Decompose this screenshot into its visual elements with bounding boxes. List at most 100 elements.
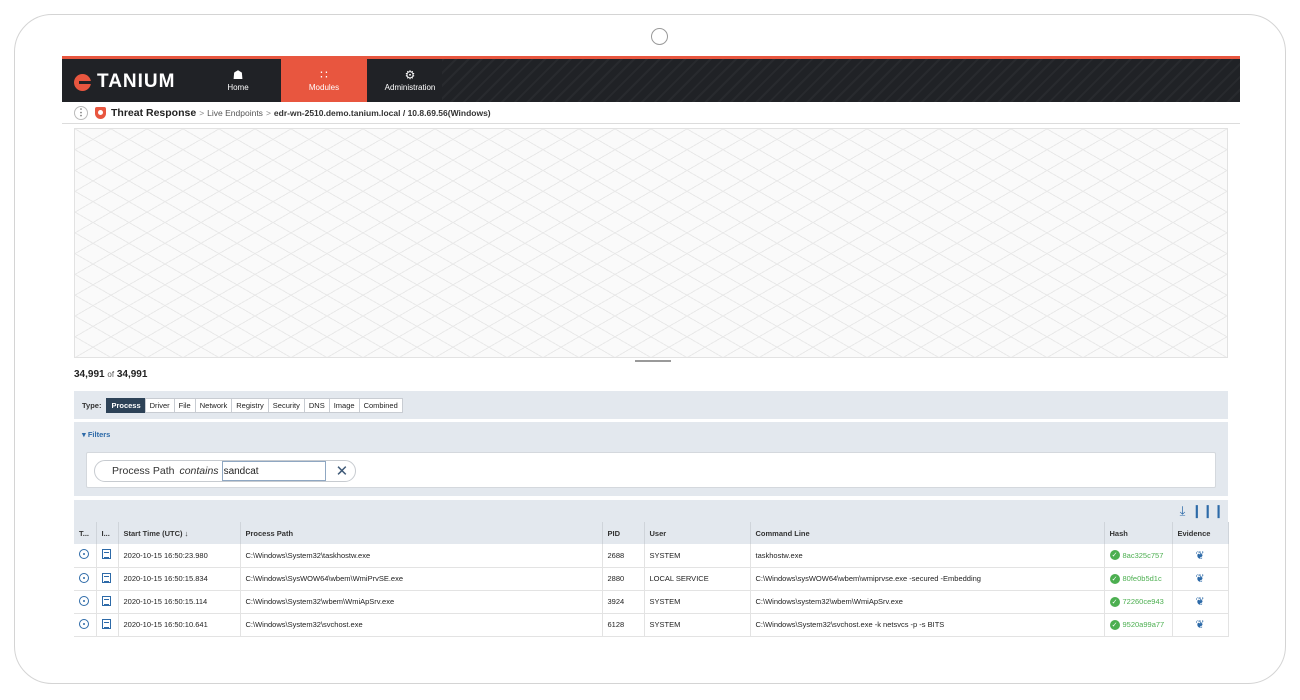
fingerprint-icon[interactable]: ❦ — [1195, 596, 1204, 608]
user: SYSTEM — [644, 544, 751, 568]
count-shown: 34,991 — [74, 369, 105, 380]
filter-pill[interactable]: Process Path contains sandcat ✕ — [94, 460, 356, 482]
breadcrumb-separator: > — [265, 107, 271, 118]
row-icon-cell — [96, 567, 119, 591]
command-line: C:\Windows\System32\svchost.exe -k netsv… — [750, 613, 1105, 637]
check-icon: ✓ — [1109, 596, 1120, 607]
nav-pattern — [442, 59, 1240, 102]
pid: 2688 — [602, 544, 645, 568]
col-icon[interactable]: I... — [96, 522, 119, 544]
process-target-icon[interactable] — [79, 549, 89, 560]
type-file-button[interactable]: File — [173, 397, 196, 413]
row-icon-cell — [96, 544, 119, 568]
row-type-cell — [74, 613, 97, 637]
type-network-button[interactable]: Network — [194, 397, 233, 413]
row-type-cell — [74, 544, 97, 568]
type-image-button[interactable]: Image — [328, 397, 360, 413]
hash-cell: ✓ 9520a99a77 — [1104, 613, 1173, 637]
type-registry-button[interactable]: Registry — [231, 397, 269, 413]
col-type[interactable]: T... — [74, 522, 97, 544]
command-line: C:\Windows\system32\wbem\WmiApSrv.exe — [750, 590, 1105, 614]
pid: 2880 — [602, 567, 645, 591]
breadcrumb-module[interactable]: Threat Response — [111, 107, 196, 119]
table-actions: ⤓ ❙❙❙ — [1180, 503, 1224, 519]
filters-toggle[interactable]: ▾ Filters — [82, 430, 110, 439]
type-driver-button[interactable]: Driver — [144, 397, 175, 413]
nav-modules-label: Modules — [308, 83, 340, 92]
pid: 3924 — [602, 590, 645, 614]
count-total: 34,991 — [116, 369, 148, 380]
user: LOCAL SERVICE — [644, 567, 751, 591]
col-hash[interactable]: Hash — [1104, 522, 1173, 544]
events-table: T... I... Start Time (UTC) ↓ Process Pat… — [74, 522, 1229, 637]
type-security-button[interactable]: Security — [267, 397, 305, 413]
nav-administration[interactable]: ⚙ Administration — [367, 59, 453, 102]
hash-value[interactable]: 80fe0b5d1c — [1123, 574, 1162, 583]
fingerprint-icon[interactable]: ❦ — [1195, 573, 1204, 585]
grid-icon: ∷ — [320, 68, 328, 82]
process-target-icon[interactable] — [79, 572, 89, 583]
hash-cell: ✓ 72260ce943 — [1104, 590, 1173, 614]
count-of: of — [107, 370, 115, 379]
evidence-cell: ❦ — [1172, 567, 1229, 591]
hash-value[interactable]: 8ac325c757 — [1123, 551, 1164, 560]
fingerprint-icon[interactable]: ❦ — [1195, 550, 1204, 562]
col-user[interactable]: User — [644, 522, 751, 544]
user: SYSTEM — [644, 613, 751, 637]
table-row[interactable]: 2020-10-15 16:50:15.114 C:\Windows\Syste… — [74, 590, 1229, 614]
evidence-cell: ❦ — [1172, 590, 1229, 614]
filter-value-input[interactable]: sandcat — [221, 461, 326, 481]
type-selector: Type: Process Driver File Network Regist… — [74, 391, 1228, 419]
col-command-line[interactable]: Command Line — [750, 522, 1105, 544]
col-pid[interactable]: PID — [602, 522, 645, 544]
row-icon-cell — [96, 590, 119, 614]
details-icon[interactable] — [101, 595, 111, 606]
check-icon: ✓ — [1109, 619, 1120, 630]
evidence-cell: ❦ — [1172, 544, 1229, 568]
table-row[interactable]: 2020-10-15 16:50:10.641 C:\Windows\Syste… — [74, 613, 1229, 637]
command-line: C:\Windows\sysWOW64\wbem\wmiprvse.exe -s… — [750, 567, 1105, 591]
type-dns-button[interactable]: DNS — [303, 397, 330, 413]
type-combined-button[interactable]: Combined — [358, 397, 403, 413]
process-target-icon[interactable] — [79, 595, 89, 606]
process-target-icon[interactable] — [79, 618, 89, 629]
col-process-path[interactable]: Process Path — [240, 522, 603, 544]
hash-value[interactable]: 9520a99a77 — [1123, 620, 1165, 629]
filter-builder: Process Path contains sandcat ✕ — [86, 452, 1216, 488]
process-graph-canvas[interactable] — [74, 128, 1228, 358]
col-start-time[interactable]: Start Time (UTC) ↓ — [118, 522, 241, 544]
process-path: C:\Windows\System32\taskhostw.exe — [240, 544, 603, 568]
command-line: taskhostw.exe — [750, 544, 1105, 568]
tanium-logo[interactable]: TANIUM — [74, 71, 175, 93]
type-process-button[interactable]: Process — [106, 397, 146, 413]
check-icon: ✓ — [1109, 573, 1120, 584]
details-icon[interactable] — [101, 618, 111, 629]
start-time: 2020-10-15 16:50:10.641 — [118, 613, 241, 637]
download-icon[interactable]: ⤓ — [1180, 503, 1186, 519]
nav-admin-label: Administration — [384, 83, 436, 92]
evidence-cell: ❦ — [1172, 613, 1229, 637]
resize-handle[interactable] — [635, 360, 671, 362]
more-options-icon[interactable]: ⋮ — [74, 105, 88, 120]
filter-field: Process Path — [112, 465, 175, 477]
process-path: C:\Windows\System32\svchost.exe — [240, 613, 603, 637]
hash-value[interactable]: 72260ce943 — [1123, 597, 1164, 606]
start-time: 2020-10-15 16:50:15.114 — [118, 590, 241, 614]
table-row[interactable]: 2020-10-15 16:50:15.834 C:\Windows\SysWO… — [74, 567, 1229, 591]
table-row[interactable]: 2020-10-15 16:50:23.980 C:\Windows\Syste… — [74, 544, 1229, 568]
gear-icon: ⚙ — [404, 68, 416, 82]
details-icon[interactable] — [101, 549, 111, 560]
columns-icon[interactable]: ❙❙❙ — [1191, 503, 1224, 519]
col-evidence[interactable]: Evidence — [1172, 522, 1229, 544]
row-icon-cell — [96, 613, 119, 637]
start-time: 2020-10-15 16:50:23.980 — [118, 544, 241, 568]
nav-modules[interactable]: ∷ Modules — [281, 59, 367, 102]
start-time: 2020-10-15 16:50:15.834 — [118, 567, 241, 591]
logo-text: TANIUM — [97, 71, 176, 92]
details-icon[interactable] — [101, 572, 111, 583]
breadcrumb-section[interactable]: Live Endpoints — [207, 108, 263, 118]
user: SYSTEM — [644, 590, 751, 614]
close-icon[interactable]: ✕ — [336, 462, 349, 480]
fingerprint-icon[interactable]: ❦ — [1195, 619, 1204, 631]
nav-home[interactable]: ☗ Home — [208, 59, 268, 102]
